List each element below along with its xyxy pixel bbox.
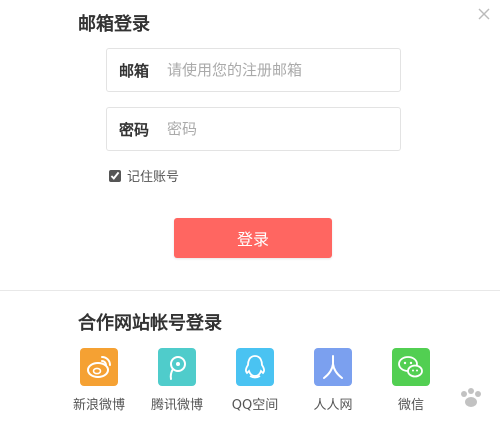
- sina-weibo-icon: [80, 348, 118, 386]
- partner-label: 新浪微博: [72, 398, 125, 413]
- partner-renren[interactable]: 人人网: [298, 348, 368, 413]
- login-dialog: 邮箱登录 邮箱 密码 记住账号 登录 合作网站帐号登录 新浪微博: [0, 0, 500, 431]
- password-input[interactable]: [167, 109, 400, 149]
- partner-label: 人人网: [313, 398, 353, 413]
- partner-label: QQ空间: [231, 398, 279, 413]
- remember-label: 记住账号: [127, 170, 180, 185]
- watermark: [458, 387, 488, 409]
- renren-icon: [314, 348, 352, 386]
- partner-sina-weibo[interactable]: 新浪微博: [64, 348, 134, 413]
- partner-tencent-weibo[interactable]: 腾讯微博: [142, 348, 212, 413]
- close-icon[interactable]: [476, 6, 492, 22]
- email-label: 邮箱: [119, 61, 150, 80]
- page-title: 邮箱登录: [78, 14, 150, 35]
- paw-logo-icon: [461, 388, 481, 407]
- remember-checkbox[interactable]: [109, 169, 121, 182]
- wechat-icon: [392, 348, 430, 386]
- section-divider: [0, 290, 500, 291]
- qq-icon: [236, 348, 274, 386]
- tencent-weibo-icon: [158, 348, 196, 386]
- partner-label: 腾讯微博: [150, 398, 203, 413]
- partner-list: 新浪微博 腾讯微博 QQ空间 人人网 微信: [64, 348, 464, 418]
- partner-login-title: 合作网站帐号登录: [78, 313, 222, 334]
- partner-qq[interactable]: QQ空间: [220, 348, 290, 413]
- partner-wechat[interactable]: 微信: [376, 348, 446, 413]
- password-label: 密码: [119, 120, 150, 139]
- partner-label: 微信: [397, 398, 424, 413]
- email-field-container: 邮箱: [106, 48, 401, 92]
- remember-account[interactable]: 记住账号: [109, 166, 179, 185]
- email-input[interactable]: [167, 50, 400, 90]
- login-button[interactable]: 登录: [174, 218, 332, 258]
- password-field-container: 密码: [106, 107, 401, 151]
